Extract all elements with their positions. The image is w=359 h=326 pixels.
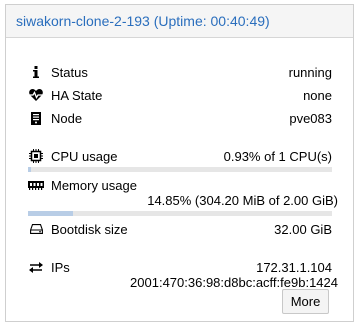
info-icon: [28, 64, 44, 80]
status-value: running: [288, 64, 332, 80]
cpu-usage-bar: [28, 167, 332, 172]
ha-state-value: none: [303, 87, 332, 103]
memory-label: Memory usage: [51, 177, 137, 193]
cpu-usage-fill: [28, 167, 31, 172]
bootdisk-row: Bootdisk size 32.00 GiB: [28, 220, 332, 238]
cpu-icon: [28, 148, 44, 164]
node-value: pve083: [289, 110, 332, 126]
memory-icon: [28, 177, 44, 193]
ips-label: IPs: [51, 259, 70, 275]
more-button[interactable]: More: [282, 289, 329, 314]
hdd-icon: [28, 221, 44, 237]
node-row: Node pve083: [28, 109, 332, 127]
cpu-value: 0.93% of 1 CPU(s): [223, 148, 332, 164]
panel-title: siwakorn-clone-2-193 (Uptime: 00:40:49): [16, 13, 270, 29]
panel-header: siwakorn-clone-2-193 (Uptime: 00:40:49): [6, 5, 353, 38]
memory-value: 14.85% (304.20 MiB of 2.00 GiB): [147, 193, 338, 208]
ipv4-address: 172.31.1.104: [256, 259, 332, 275]
ha-state-row: HA State none: [28, 86, 332, 104]
node-label: Node: [51, 110, 83, 126]
cpu-label: CPU usage: [51, 148, 118, 164]
heartbeat-icon: [28, 87, 44, 103]
ipv6-address: 2001:470:36:98:d8bc:acff:fe9b:1424: [130, 275, 338, 290]
ha-state-label: HA State: [51, 87, 103, 103]
bootdisk-label: Bootdisk size: [51, 221, 128, 237]
bootdisk-value: 32.00 GiB: [274, 221, 332, 237]
cpu-row: CPU usage 0.93% of 1 CPU(s): [28, 147, 332, 165]
status-row: Status running: [28, 63, 332, 81]
server-icon: [28, 110, 44, 126]
memory-usage-fill: [28, 211, 74, 216]
ips-row: IPs 172.31.1.104: [28, 258, 332, 276]
status-label: Status: [51, 64, 88, 80]
exchange-arrows-icon: [28, 259, 44, 275]
memory-row: Memory usage: [28, 176, 332, 194]
memory-usage-bar: [28, 211, 332, 216]
